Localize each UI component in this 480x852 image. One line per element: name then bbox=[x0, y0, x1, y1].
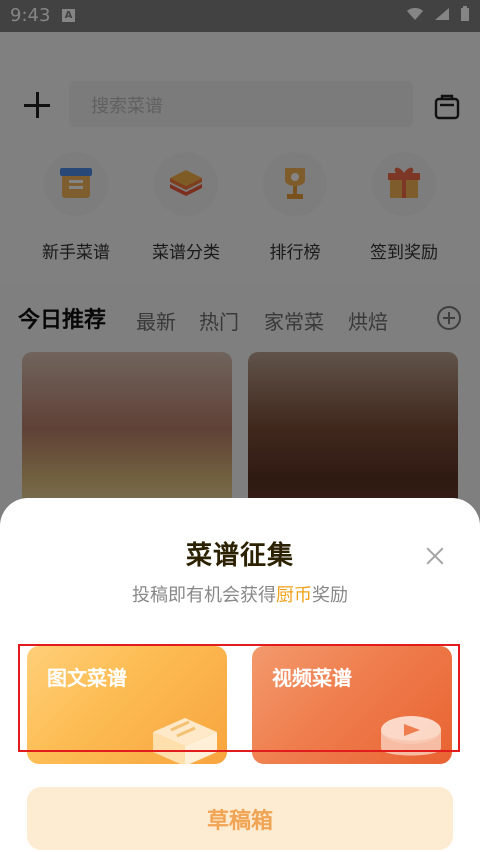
highlight-box bbox=[18, 644, 460, 752]
close-icon[interactable] bbox=[426, 547, 444, 565]
sheet-title: 菜谱征集 bbox=[185, 541, 294, 571]
recipe-submission-sheet: 菜谱征集 投稿即有机会获得厨币奖励 图文菜谱 视频菜谱 草稿箱 bbox=[0, 498, 480, 852]
subtitle-suffix: 奖励 bbox=[312, 585, 348, 606]
drafts-label: 草稿箱 bbox=[206, 809, 273, 834]
subtitle-highlight: 厨币 bbox=[276, 585, 312, 606]
drafts-button[interactable]: 草稿箱 bbox=[27, 787, 453, 850]
subtitle-prefix: 投稿即有机会获得 bbox=[132, 585, 276, 606]
sheet-subtitle: 投稿即有机会获得厨币奖励 bbox=[0, 581, 480, 607]
